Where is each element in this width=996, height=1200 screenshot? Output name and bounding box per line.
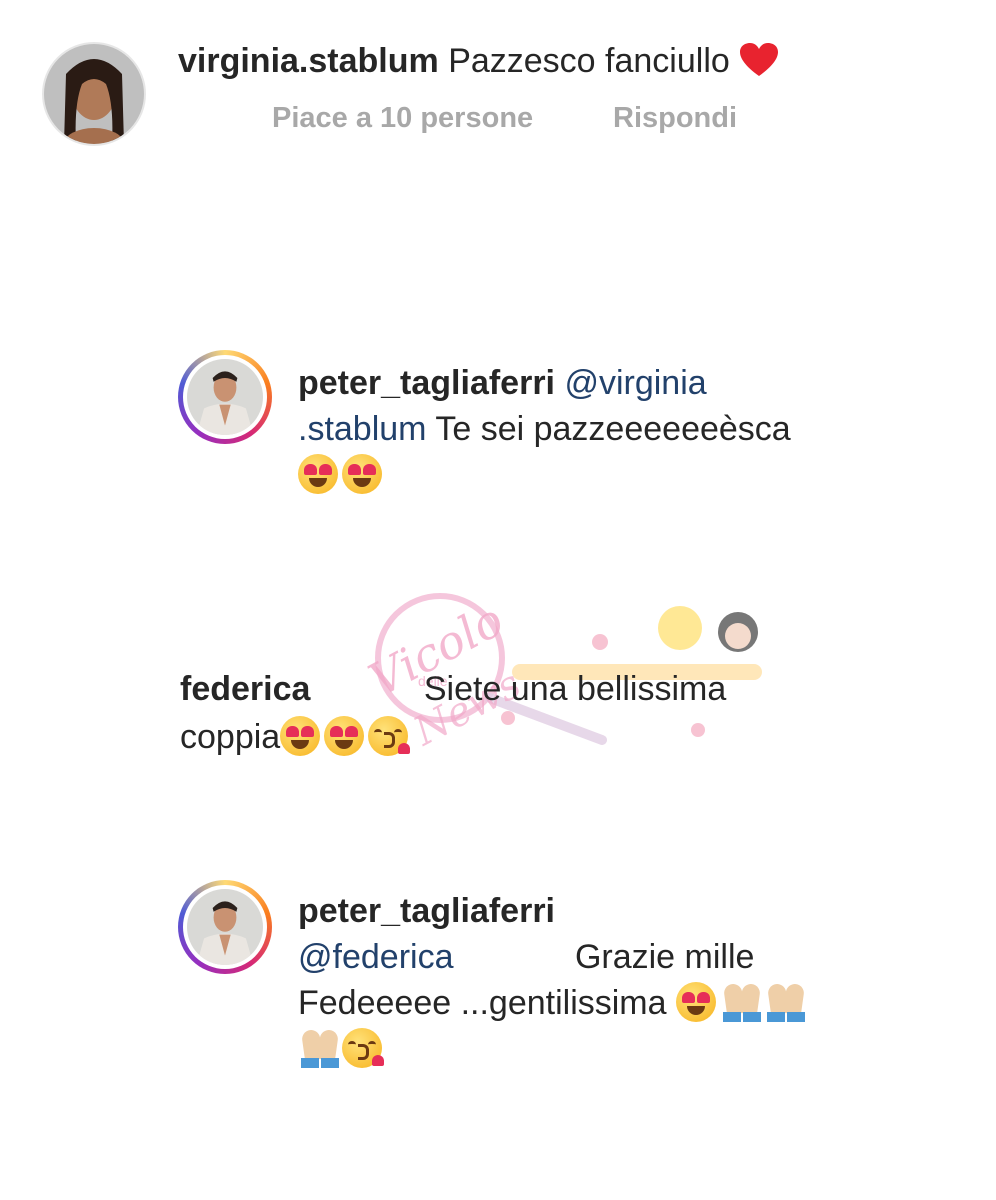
folded-hands-emoji-icon xyxy=(764,982,808,1022)
username[interactable]: peter_tagliaferri xyxy=(298,364,555,402)
mention-link[interactable]: @federica xyxy=(298,938,453,976)
comment-text: Siete una bellissima xyxy=(423,670,727,708)
comment-3-line-2: coppia xyxy=(180,714,412,760)
kiss-emoji-icon xyxy=(368,716,411,756)
comment-2-line-2: .stablum Te sei pazzeeeeeeèsca xyxy=(298,406,791,452)
heart-emoji-icon xyxy=(739,42,779,90)
kiss-emoji-icon xyxy=(342,1028,384,1068)
comment-text: Te sei pazzeeeeeeèsca xyxy=(435,410,791,448)
comment-text: Fedeeeee ...gentilissima xyxy=(298,984,667,1022)
comment-1: virginia.stablum Pazzesco fanciullo xyxy=(178,38,779,90)
comment-2-line-3 xyxy=(298,452,386,498)
heart-eyes-emoji-icon xyxy=(342,454,382,494)
comment-4-line-2: @federica Grazie mille xyxy=(298,934,754,980)
comment-text: Grazie mille xyxy=(574,938,755,976)
heart-eyes-emoji-icon xyxy=(676,982,716,1022)
profile-photo xyxy=(187,889,263,965)
heart-eyes-emoji-icon xyxy=(280,716,321,756)
avatar[interactable] xyxy=(178,350,272,444)
username[interactable]: federica xyxy=(180,670,310,708)
username[interactable]: peter_tagliaferri xyxy=(298,892,555,930)
folded-hands-emoji-icon xyxy=(720,982,764,1022)
comment-4-line-3: Fedeeeee ...gentilissima xyxy=(298,980,808,1026)
folded-hands-emoji-icon xyxy=(298,1028,342,1068)
comment-4-line-1: peter_tagliaferri xyxy=(298,888,555,934)
comment-2-line-1: peter_tagliaferri @virginia xyxy=(298,360,707,406)
avatar[interactable] xyxy=(178,880,272,974)
mention-link[interactable]: @virginia xyxy=(564,364,706,402)
comment-text: Pazzesco fanciullo xyxy=(448,42,730,80)
heart-eyes-emoji-icon xyxy=(298,454,338,494)
avatar[interactable] xyxy=(42,42,146,146)
mention-link[interactable]: .stablum xyxy=(298,410,427,448)
profile-photo xyxy=(44,44,144,144)
reply-button[interactable]: Rispondi xyxy=(613,102,737,135)
comment-4-line-4 xyxy=(298,1026,386,1072)
heart-eyes-emoji-icon xyxy=(324,716,365,756)
likes-count[interactable]: Piace a 10 persone xyxy=(272,102,533,135)
comment-3-line-1: federica Siete una bellissima xyxy=(180,666,726,712)
username[interactable]: virginia.stablum xyxy=(178,42,439,80)
profile-photo xyxy=(187,359,263,435)
comment-text: coppia xyxy=(180,718,281,756)
